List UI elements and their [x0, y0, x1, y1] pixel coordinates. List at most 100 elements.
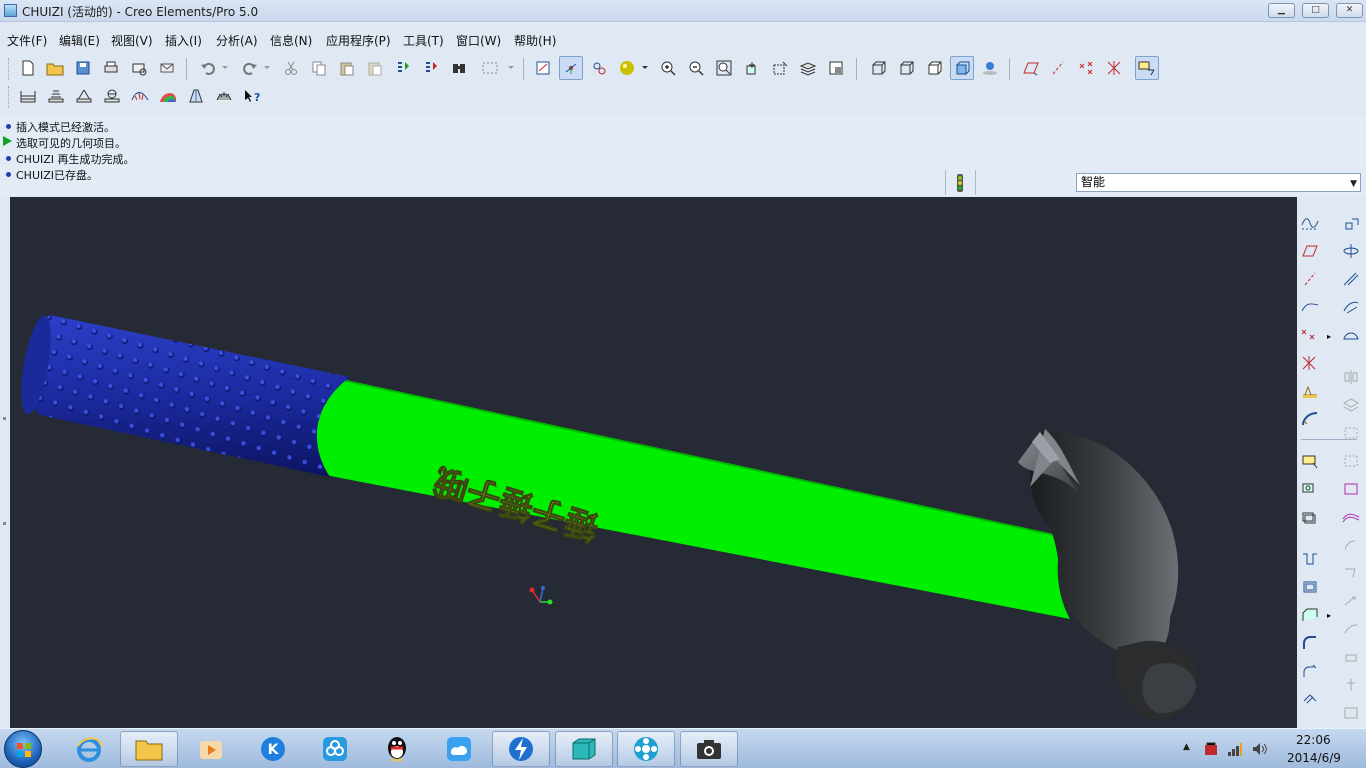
- wireframe-button[interactable]: [866, 56, 890, 80]
- taskbar-cloud-app[interactable]: [306, 731, 364, 767]
- orientation-mode-button[interactable]: [587, 56, 611, 80]
- menu-file[interactable]: 文件(F): [7, 32, 47, 49]
- taskbar-file-explorer[interactable]: [120, 731, 178, 767]
- paste-special-button[interactable]: [363, 56, 387, 80]
- menu-edit[interactable]: 编辑(E): [59, 32, 100, 49]
- context-help-button[interactable]: ?: [240, 84, 264, 108]
- open-file-button[interactable]: [43, 56, 67, 80]
- datum-axis-tool-button[interactable]: [1298, 267, 1322, 291]
- clock-date[interactable]: 2014/6/9: [1287, 751, 1341, 765]
- toolbar-gripper[interactable]: [8, 86, 11, 108]
- toolbar-gripper[interactable]: [8, 58, 11, 80]
- zoom-out-button[interactable]: [684, 56, 708, 80]
- mirror-tool-button[interactable]: [1339, 365, 1363, 389]
- minimize-button[interactable]: ▁: [1268, 3, 1295, 18]
- annotation-display-button[interactable]: [1135, 56, 1159, 80]
- offset-tool-button[interactable]: [1339, 533, 1363, 557]
- chevron-right-icon[interactable]: ▸: [1327, 611, 1331, 620]
- print-preview-button[interactable]: [127, 56, 151, 80]
- shading-button[interactable]: [950, 56, 974, 80]
- send-mail-button[interactable]: [155, 56, 179, 80]
- rib-tool-button[interactable]: [1298, 547, 1322, 571]
- chevron-right-icon[interactable]: ▸: [1327, 332, 1331, 341]
- analysis-feature-button[interactable]: [1298, 379, 1322, 403]
- taskbar-video-app[interactable]: [617, 731, 675, 767]
- menu-view[interactable]: 视图(V): [111, 32, 153, 49]
- curvature-analysis-button[interactable]: [128, 84, 152, 108]
- thicken-tool-button[interactable]: [1339, 477, 1363, 501]
- undo-button[interactable]: [196, 56, 220, 80]
- taskbar-screenshot-tool[interactable]: [680, 731, 738, 767]
- taskbar-thunder[interactable]: [492, 731, 550, 767]
- datum-curve-tool-button[interactable]: [1298, 295, 1322, 319]
- axis-display-button[interactable]: [1047, 56, 1071, 80]
- menu-info[interactable]: 信息(N): [270, 32, 312, 49]
- menu-analysis[interactable]: 分析(A): [216, 32, 258, 49]
- solidify-tool-button[interactable]: [1339, 505, 1363, 529]
- dihedral-analysis-button[interactable]: [212, 84, 236, 108]
- pattern-tool-button[interactable]: [1339, 449, 1363, 473]
- taskbar-qq[interactable]: [368, 731, 426, 767]
- taskbar-media-player[interactable]: [182, 731, 240, 767]
- taskbar-baidu-cloud[interactable]: [430, 731, 488, 767]
- chamfer-edge-tool-button[interactable]: [1298, 687, 1322, 711]
- menu-applications[interactable]: 应用程序(P): [326, 32, 391, 49]
- selection-filter-select[interactable]: 智能 ▼: [1076, 173, 1361, 192]
- regeneration-manager-button[interactable]: [419, 56, 443, 80]
- save-button[interactable]: [71, 56, 95, 80]
- find-button[interactable]: [447, 56, 471, 80]
- blend-tool-button[interactable]: [1339, 295, 1363, 319]
- print-button[interactable]: [99, 56, 123, 80]
- close-button[interactable]: ✕: [1336, 3, 1363, 18]
- edge-round-tool-button[interactable]: [1298, 631, 1322, 655]
- datum-plane-tool-button[interactable]: [1298, 239, 1322, 263]
- regenerate-button[interactable]: [391, 56, 415, 80]
- enhanced-realism-button[interactable]: [978, 56, 1002, 80]
- revolve-tool-button[interactable]: [1339, 239, 1363, 263]
- saved-views-button[interactable]: [768, 56, 792, 80]
- taskbar-internet-explorer[interactable]: [60, 731, 118, 767]
- refit-button[interactable]: [712, 56, 736, 80]
- appearance-dropdown[interactable]: [640, 56, 650, 80]
- zoom-in-button[interactable]: [656, 56, 680, 80]
- selection-box-button[interactable]: [475, 56, 505, 80]
- sweep-tool-button[interactable]: [1339, 267, 1363, 291]
- datum-point-tool-button[interactable]: [1298, 323, 1322, 347]
- view-manager-button[interactable]: [824, 56, 848, 80]
- hammer-handle[interactable]: [313, 376, 1070, 619]
- section-tool-button[interactable]: [1339, 673, 1363, 697]
- spin-center-button[interactable]: [559, 56, 583, 80]
- auto-round-tool-button[interactable]: [1298, 659, 1322, 683]
- draft-tool-button[interactable]: [1298, 575, 1322, 599]
- point-display-button[interactable]: [1075, 56, 1099, 80]
- csys-tool-button[interactable]: [1298, 351, 1322, 375]
- layers-button[interactable]: [796, 56, 820, 80]
- trim-tool-button[interactable]: [1339, 421, 1363, 445]
- shaded-curvature-button[interactable]: [156, 84, 180, 108]
- taskbar-kugou[interactable]: K: [244, 731, 302, 767]
- start-button[interactable]: [4, 730, 42, 768]
- new-file-button[interactable]: [16, 56, 40, 80]
- tray-volume-icon[interactable]: [1251, 741, 1267, 757]
- hammer-grip[interactable]: [15, 314, 351, 477]
- cut-button[interactable]: [279, 56, 303, 80]
- merge-tool-button[interactable]: [1339, 393, 1363, 417]
- appearance-button[interactable]: [615, 56, 639, 80]
- reorient-button[interactable]: [740, 56, 764, 80]
- hole-tool-button[interactable]: [1339, 211, 1363, 235]
- clock-time[interactable]: 22:06: [1296, 733, 1331, 747]
- redo-button[interactable]: [238, 56, 262, 80]
- extrude-tool-button[interactable]: [1298, 449, 1322, 473]
- paste-button[interactable]: [335, 56, 359, 80]
- selection-box-dropdown[interactable]: [505, 56, 517, 80]
- menu-window[interactable]: 窗口(W): [456, 32, 501, 49]
- no-hidden-button[interactable]: [922, 56, 946, 80]
- menu-help[interactable]: 帮助(H): [514, 32, 556, 49]
- model-canvas[interactable]: 锤子锤子哦: [10, 197, 1297, 728]
- maximize-button[interactable]: □: [1302, 3, 1329, 18]
- measure-diameter-button[interactable]: [100, 84, 124, 108]
- datum-display-button[interactable]: [531, 56, 555, 80]
- draft-analysis-button[interactable]: [184, 84, 208, 108]
- measure-area-button[interactable]: [44, 84, 68, 108]
- left-sash[interactable]: [0, 197, 10, 728]
